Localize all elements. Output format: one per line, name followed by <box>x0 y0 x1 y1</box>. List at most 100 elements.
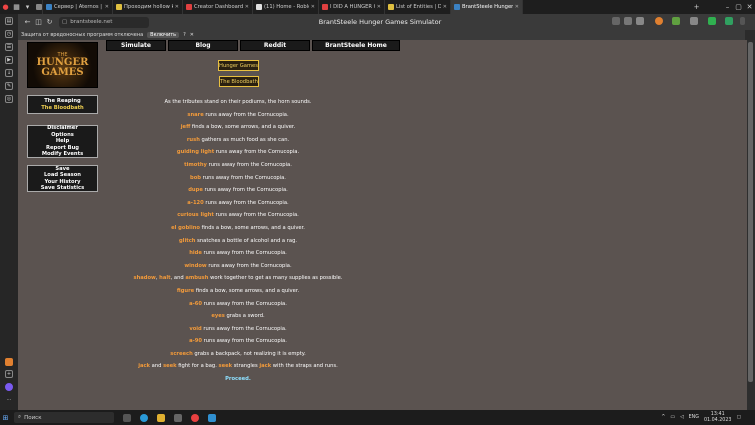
close-tab-icon[interactable]: ✕ <box>175 4 179 10</box>
start-icon[interactable]: ⊞ <box>0 414 11 422</box>
vpn-icon[interactable] <box>690 17 698 25</box>
assistant-icon[interactable] <box>5 383 13 391</box>
browser-tab[interactable]: Creator Dashboard ✕ <box>183 0 253 14</box>
enable-protection-button[interactable]: Включить <box>147 32 180 38</box>
event-line: el goblino finds a bow, some arrows, and… <box>113 222 363 235</box>
browser-tab[interactable]: List of Entities | DOOR✕ <box>385 0 451 14</box>
bookmark-icon[interactable] <box>612 17 620 25</box>
browser-menu-icon[interactable]: ● <box>0 3 11 11</box>
tribute-name: window <box>184 262 207 269</box>
browser-tab[interactable]: Сервер | Aternos | Бе✕ <box>43 0 113 14</box>
event-list: As the tributes stand on their podiums, … <box>113 96 363 386</box>
tab-favicon-icon <box>36 4 42 10</box>
event-line: hide runs away from the Cornucopia. <box>113 247 363 260</box>
close-tab-icon[interactable]: ✕ <box>443 4 447 10</box>
event-text: runs away from the Cornucopia. <box>201 300 287 307</box>
close-tab-icon[interactable]: ✕ <box>377 4 381 10</box>
tribute-name: el goblino <box>171 224 200 231</box>
tribute-name: a-60 <box>189 300 202 307</box>
close-infobar-icon[interactable]: ✕ <box>190 32 194 38</box>
close-window-icon[interactable]: ✕ <box>744 3 755 11</box>
event-text: runs away from the Cornucopia. <box>214 149 300 156</box>
close-tab-icon[interactable]: ✕ <box>245 4 249 10</box>
close-tab-icon[interactable]: ✕ <box>515 4 519 10</box>
clock[interactable]: 13:41 01.04.2023 <box>704 412 731 423</box>
event-line: glitch snatches a bottle of alcohol and … <box>113 235 363 248</box>
network-icon[interactable]: ▭ <box>670 415 675 420</box>
download-icon[interactable] <box>624 17 632 25</box>
maximize-icon[interactable]: ▢ <box>733 3 744 11</box>
help-icon[interactable]: ? <box>183 32 186 38</box>
event-line: window runs away from the Cornucopia. <box>113 260 363 273</box>
new-tab-button[interactable]: + <box>691 3 702 11</box>
browser-tab[interactable]: (11) Home - Roblox✕ <box>253 0 319 14</box>
tab-actions-icon[interactable]: ▦ <box>11 3 22 11</box>
tab-label: (11) Home - Roblox <box>264 4 309 10</box>
collections-icon[interactable]: ▤ <box>5 17 13 25</box>
extensions-menu-icon[interactable] <box>740 17 745 25</box>
back-icon[interactable]: ← <box>22 18 33 26</box>
close-tab-icon[interactable]: ✕ <box>105 4 109 10</box>
taskbar-search[interactable]: ⌕ Поиск <box>14 412 114 423</box>
notifications-icon[interactable]: ▢ <box>736 415 741 420</box>
browser-tab-strip: ● ▦ ▾ Сервер | Aternos | Бе✕Проходим hol… <box>0 0 755 14</box>
nav-simulate[interactable]: Simulate <box>106 40 166 51</box>
notes-icon[interactable]: ✎ <box>5 82 13 90</box>
url-text: brantsteele.net <box>70 19 113 25</box>
shield-icon[interactable]: ◫ <box>33 18 44 26</box>
link-the-bloodbath[interactable]: The Bloodbath <box>41 105 84 111</box>
lock-icon: ▢ <box>62 19 68 25</box>
browser-tab[interactable] <box>33 0 43 14</box>
bookmarks-icon[interactable]: ☰ <box>5 43 13 51</box>
event-text: and <box>150 363 164 370</box>
extension-icon[interactable] <box>636 17 644 25</box>
keyboard-language[interactable]: ENG <box>689 415 699 420</box>
phase-menu: The Reaping The Bloodbath <box>27 95 98 114</box>
close-tab-icon[interactable]: ✕ <box>311 4 315 10</box>
edge-icon[interactable] <box>140 413 148 422</box>
browser-tab[interactable]: I DID A HUNGER GAM✕ <box>319 0 385 14</box>
tribute-name: timothy <box>184 161 207 168</box>
tribute-name: a-90 <box>189 338 202 345</box>
tab-favicon-icon <box>454 4 460 10</box>
link-save-statistics[interactable]: Save Statistics <box>41 185 84 191</box>
minimize-icon[interactable]: – <box>722 3 733 11</box>
volume-icon[interactable]: ◁ <box>680 415 684 420</box>
nav-brantsteele-home[interactable]: BrantSteele Home <box>312 40 400 51</box>
store-icon[interactable] <box>174 413 182 422</box>
history-icon[interactable]: ◷ <box>5 30 13 38</box>
tray-overflow-icon[interactable]: ^ <box>661 415 665 420</box>
pinned-app-icon[interactable] <box>5 358 13 366</box>
pinned-app-icon-2[interactable] <box>208 413 216 422</box>
profile-icon[interactable] <box>655 17 663 25</box>
search-icon: ⌕ <box>18 414 22 420</box>
explorer-icon[interactable] <box>157 413 165 422</box>
reload-icon[interactable]: ↻ <box>44 18 55 26</box>
event-text: strangles <box>232 363 260 370</box>
event-line: As the tributes stand on their podiums, … <box>113 96 363 109</box>
downloads-icon[interactable]: ↓ <box>5 69 13 77</box>
tab-list-icon[interactable]: ▾ <box>22 3 33 11</box>
app-icon[interactable]: ◎ <box>5 95 13 103</box>
link-modify-events[interactable]: Modify Events <box>42 151 83 157</box>
play-icon[interactable]: ▶ <box>5 56 13 64</box>
url-field[interactable]: ▢ brantsteele.net <box>59 16 149 28</box>
event-text: As the tributes stand on their podiums, … <box>164 99 312 105</box>
browser-tab[interactable]: BrantSteele Hunger ✕ <box>451 0 523 14</box>
more-icon[interactable]: ⋯ <box>5 396 13 404</box>
shield-extension-icon[interactable] <box>708 17 716 25</box>
task-view-icon[interactable] <box>123 413 131 422</box>
page-scrollbar[interactable] <box>747 40 755 410</box>
event-text: runs away from the Cornucopia. <box>203 199 289 206</box>
proceed-link[interactable]: Proceed. <box>225 376 251 382</box>
add-sidebar-icon[interactable]: + <box>5 370 13 378</box>
tribute-name: guiding light <box>176 149 215 156</box>
tribute-name: jack <box>259 363 272 370</box>
security-extension-icon[interactable] <box>672 17 680 25</box>
yandex-browser-icon[interactable] <box>191 413 199 422</box>
browser-tab[interactable]: Проходим hollow kn ✕ <box>113 0 183 14</box>
nav-blog[interactable]: Blog <box>168 40 238 51</box>
chat-extension-icon[interactable] <box>725 17 733 25</box>
nav-reddit[interactable]: Reddit <box>240 40 310 51</box>
scrollbar-thumb[interactable] <box>748 42 753 382</box>
